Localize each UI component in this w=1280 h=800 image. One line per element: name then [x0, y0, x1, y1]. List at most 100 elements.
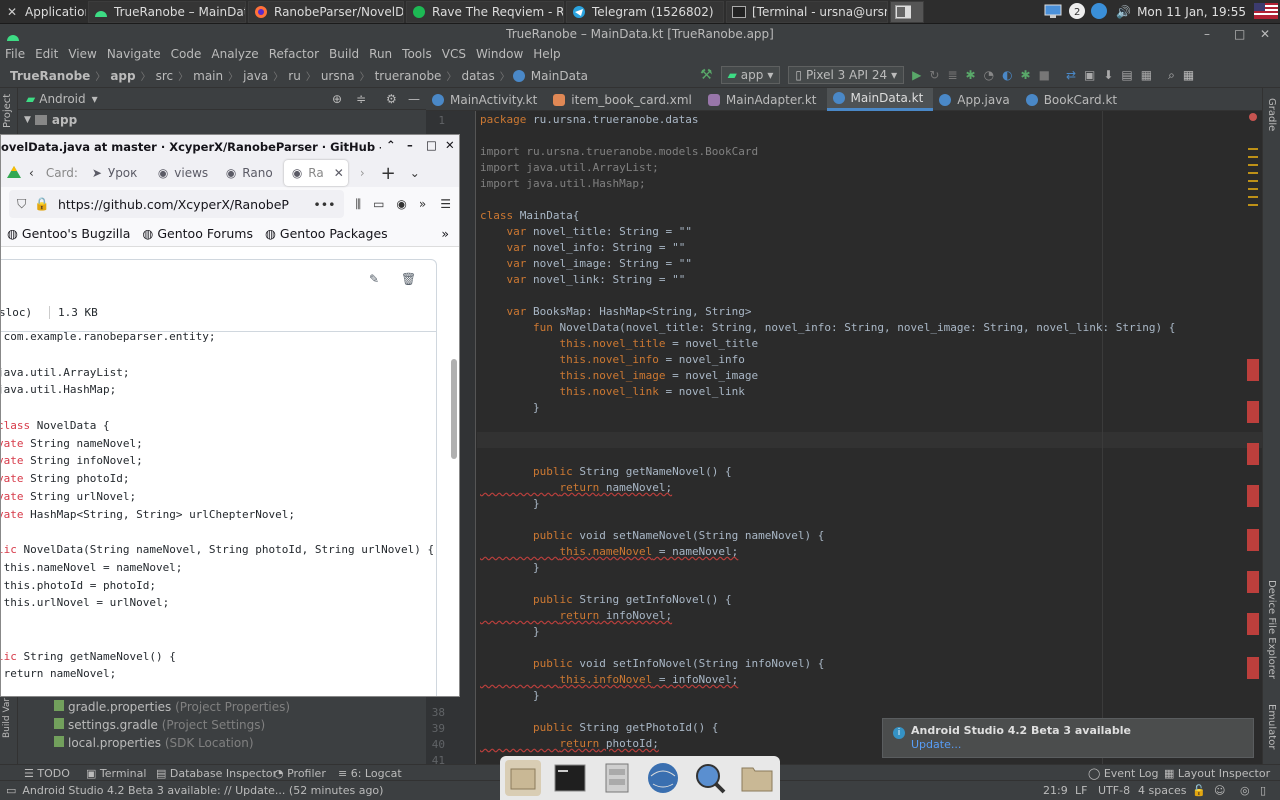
folder-dock-icon[interactable] [739, 760, 775, 796]
bookmark-gentoo-bugzilla[interactable]: ◍ Gentoo's Bugzilla [7, 226, 130, 241]
breadcrumb-module[interactable]: app [108, 69, 137, 83]
code-line[interactable]: package ru.ursna.trueranobe.datas [480, 112, 699, 128]
volume-icon[interactable]: 🔊 [1116, 5, 1131, 19]
web-browser-dock-icon[interactable] [645, 760, 681, 796]
tree-item-local-properties[interactable]: local.properties (SDK Location) [54, 736, 254, 750]
menu-file[interactable]: File [0, 47, 30, 61]
debug-icon[interactable]: ✱ [966, 68, 976, 82]
breadcrumb-src[interactable]: src [154, 69, 176, 83]
device-file-explorer-button[interactable]: Device File Explorer [1266, 580, 1277, 679]
tree-item-gradle-properties[interactable]: gradle.properties (Project Properties) [54, 700, 290, 714]
ff-minimize-button-2[interactable]: – [407, 138, 413, 152]
tree-item-settings-gradle[interactable]: settings.gradle (Project Settings) [54, 718, 265, 732]
page-actions-icon[interactable]: ••• [313, 197, 335, 212]
locate-icon[interactable]: ⊕ [332, 92, 342, 106]
code-line[interactable]: this.novel_image = novel_image [480, 368, 758, 384]
code-line[interactable]: var novel_info: String = "" [480, 240, 686, 256]
breadcrumb-project[interactable]: TrueRanobe [8, 69, 92, 83]
breadcrumb-java[interactable]: java [241, 69, 270, 83]
delete-trash-icon[interactable]: 🗑 [401, 272, 416, 286]
code-line[interactable]: fun NovelData(novel_title: String, novel… [480, 320, 1175, 336]
ff-tab-cards[interactable]: Card: [38, 160, 84, 186]
coverage-icon[interactable]: ✱ [1021, 68, 1031, 82]
task-terminal[interactable]: [Terminal - ursna@ursn… [726, 0, 888, 23]
code-line[interactable]: class MainData{ [480, 208, 579, 224]
notification-update-link[interactable]: Update... [911, 738, 961, 751]
tab-maindata[interactable]: MainData.kt [826, 88, 934, 111]
settings-gear-icon[interactable]: ⚙ [386, 92, 397, 106]
code-line[interactable]: this.nameNovel = nameNovel; [480, 544, 738, 560]
build-hammer-icon[interactable]: ⚒ [700, 67, 713, 83]
code-line[interactable]: var BooksMap: HashMap<String, String> [480, 304, 752, 320]
maximize-button[interactable]: □ [1234, 24, 1245, 44]
code-line[interactable]: import java.util.ArrayList; [480, 160, 659, 176]
breadcrumb-ursna[interactable]: ursna [319, 69, 357, 83]
hamburger-menu-icon[interactable]: ☰ [440, 197, 451, 211]
code-line[interactable]: return infoNovel; [480, 608, 672, 624]
chevron-down-icon[interactable]: ▾ [92, 92, 98, 106]
memory-icon[interactable]: ▯ [1260, 784, 1266, 797]
code-line[interactable]: import java.util.HashMap; [480, 176, 646, 192]
code-line[interactable]: return nameNovel; [480, 480, 672, 496]
library-icon[interactable]: ⫼ [356, 197, 362, 212]
code-line[interactable]: return photoId; [480, 736, 658, 752]
breadcrumb-file[interactable]: MainData [529, 69, 590, 83]
device-select[interactable]: ▯ Pixel 3 API 24 ▾ [788, 66, 905, 84]
breadcrumb-main[interactable]: main [191, 69, 225, 83]
ff-tab-views[interactable]: ◉ views [150, 160, 218, 186]
task-android-studio[interactable]: TrueRanobe – MainDat… [88, 0, 246, 23]
line-separator[interactable]: LF [1075, 784, 1087, 797]
profiler-tool-button[interactable]: ◔ Profiler [274, 767, 326, 780]
emulator-tool-button[interactable]: Emulator [1266, 704, 1277, 749]
bookmark-gentoo-packages[interactable]: ◍ Gentoo Packages [265, 226, 388, 241]
flag-icon[interactable] [1254, 2, 1278, 22]
event-icon[interactable]: ◎ [1240, 784, 1250, 797]
breadcrumb-trueranobe[interactable]: trueranobe [373, 69, 444, 83]
code-line[interactable]: } [480, 496, 540, 512]
menu-build[interactable]: Build [324, 47, 364, 61]
bookmarks-overflow-icon[interactable]: » [441, 226, 449, 241]
avd-manager-icon[interactable]: ▣ [1084, 68, 1095, 82]
archive-dock-icon[interactable] [599, 760, 635, 796]
layout-inspector-icon[interactable]: ▤ [1121, 68, 1132, 82]
code-line[interactable]: var novel_title: String = "" [480, 224, 692, 240]
tab-list-icon[interactable]: ⌄ [410, 166, 420, 180]
profile-icon[interactable]: ◔ [984, 68, 994, 82]
menu-navigate[interactable]: Navigate [102, 47, 166, 61]
code-line[interactable]: import ru.ursna.trueranobe.models.BookCa… [480, 144, 758, 160]
code-line[interactable]: } [480, 560, 540, 576]
tab-mainactivity[interactable]: MainActivity.kt [426, 88, 547, 111]
edit-pencil-icon[interactable]: ✎ [369, 272, 379, 286]
code-line[interactable]: public void setInfoNovel(String infoNove… [480, 656, 824, 672]
overflow-icon[interactable]: » [419, 197, 426, 211]
apply-code-icon[interactable]: ≣ [947, 68, 957, 82]
terminal-tool-button[interactable]: ▣ Terminal [86, 767, 146, 780]
tree-root-app[interactable]: ▼ app [18, 110, 426, 130]
task-firefox[interactable]: RanobeParser/NovelD… [248, 0, 404, 23]
breadcrumb-datas[interactable]: datas [459, 69, 496, 83]
menu-help[interactable]: Help [528, 47, 565, 61]
collapse-icon[interactable]: ≑ [356, 92, 366, 106]
update-notification[interactable]: i Android Studio 4.2 Beta 3 available Up… [882, 718, 1254, 758]
hide-panel-icon[interactable]: — [408, 92, 420, 106]
tab-close-icon[interactable]: ✕ [334, 166, 344, 180]
close-button[interactable]: ✕ [1260, 24, 1270, 44]
minimize-button[interactable]: – [1204, 24, 1210, 44]
code-line[interactable]: this.novel_link = novel_link [480, 384, 744, 400]
updates-icon[interactable]: 2 [1068, 2, 1086, 23]
terminal-dock-icon[interactable] [552, 760, 588, 796]
code-line[interactable]: this.infoNovel = infoNovel; [480, 672, 738, 688]
tab-mainadapter[interactable]: MainAdapter.kt [702, 88, 827, 111]
ff-minimize-button[interactable]: ⌃ [386, 138, 396, 152]
code-line[interactable]: } [480, 688, 540, 704]
tab-scroll-left-icon[interactable]: ‹ [29, 166, 34, 180]
ff-scrollbar[interactable] [451, 359, 457, 459]
tab-scroll-right-icon[interactable]: › [360, 166, 365, 180]
lock-icon[interactable]: 🔓 [1192, 784, 1206, 797]
database-inspector-button[interactable]: ▤ Database Inspector [156, 767, 277, 780]
account-icon[interactable]: ◉ [396, 197, 406, 211]
apply-changes-icon[interactable]: ↻ [929, 68, 939, 82]
menu-vcs[interactable]: VCS [437, 47, 471, 61]
sdk-manager-icon[interactable]: ⬇ [1103, 68, 1113, 82]
event-log-button[interactable]: ◯ Event Log [1088, 767, 1158, 780]
